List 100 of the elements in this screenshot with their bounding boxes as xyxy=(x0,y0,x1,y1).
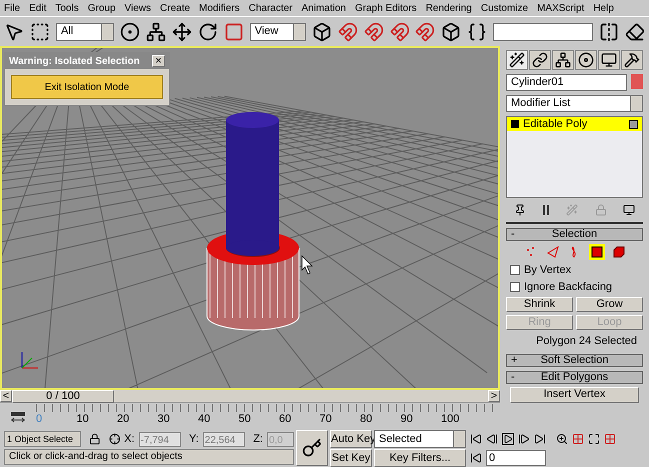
rollout-button[interactable]: Shrink xyxy=(506,297,573,312)
menu-item[interactable]: File xyxy=(4,0,20,16)
box-icon[interactable] xyxy=(441,22,462,42)
checkbox[interactable] xyxy=(510,265,520,275)
snap-icon[interactable] xyxy=(338,22,358,42)
go-to-start-icon[interactable] xyxy=(470,433,482,445)
frame-number: 90 xyxy=(400,414,413,425)
edge-icon xyxy=(546,246,558,258)
viewport[interactable]: Warning: Isolated Selection × Exit Isolation Mode xyxy=(0,46,500,390)
select-by-name-icon[interactable] xyxy=(120,22,140,42)
stack-item[interactable]: Editable Poly xyxy=(507,117,642,131)
x-label: X: xyxy=(124,432,135,447)
set-key-button[interactable]: Set Key xyxy=(330,449,372,467)
sub-object-level-button[interactable] xyxy=(610,244,626,260)
rollout-sign: + xyxy=(511,354,518,366)
menu-item[interactable]: Graph Editors xyxy=(354,0,417,16)
object-name-field[interactable]: Cylinder01 xyxy=(506,74,627,91)
menu-item[interactable]: Modifiers xyxy=(199,0,240,16)
rollout-header[interactable]: - Selection xyxy=(506,228,643,241)
rollout-header[interactable]: + Soft Selection xyxy=(506,354,643,366)
percent-snap-icon[interactable] xyxy=(390,22,410,42)
lock-icon[interactable] xyxy=(89,433,101,445)
checkbox-label: By Vertex xyxy=(524,262,572,278)
exit-isolation-button[interactable]: Exit Isolation Mode xyxy=(11,75,163,99)
mirror-icon[interactable] xyxy=(599,22,620,42)
modifier-list-dropdown[interactable]: Modifier List xyxy=(506,95,643,112)
polygon-icon xyxy=(590,246,602,258)
frame-number: 80 xyxy=(360,414,372,425)
key-mode-dropdown[interactable]: Selected xyxy=(374,430,466,448)
rollout-title: Soft Selection xyxy=(540,354,610,366)
monitor-icon[interactable] xyxy=(598,50,620,70)
frame-number: 60 xyxy=(279,414,292,425)
named-selection-dropdown[interactable] xyxy=(493,22,594,40)
frame-number: 70 xyxy=(320,414,332,425)
y-label: Y: xyxy=(188,432,199,447)
menu-item[interactable]: Rendering xyxy=(426,0,472,16)
scale-icon[interactable] xyxy=(224,22,244,42)
menu-item[interactable]: Character xyxy=(248,0,293,16)
checkbox[interactable] xyxy=(510,282,520,292)
object-color-swatch[interactable] xyxy=(631,74,643,89)
axis-tripod-icon xyxy=(22,352,38,368)
hierarchy-icon[interactable] xyxy=(552,50,574,70)
menu-item[interactable]: Tools xyxy=(55,0,79,16)
current-frame-field[interactable]: 0 xyxy=(486,450,546,466)
select-object-icon[interactable] xyxy=(4,22,24,42)
rotate-icon[interactable] xyxy=(198,22,218,42)
spinner-snap-icon[interactable] xyxy=(415,22,436,42)
frame-number: 50 xyxy=(238,414,251,425)
key-mode-button[interactable] xyxy=(296,430,328,466)
previous-frame-button[interactable]: < xyxy=(0,390,12,402)
rollout-sign: - xyxy=(511,372,516,382)
z-label: Z: xyxy=(253,432,263,447)
rollout-title: Edit Polygons xyxy=(540,372,610,382)
menu-item[interactable]: Group xyxy=(88,0,116,16)
move-icon[interactable] xyxy=(172,22,192,42)
time-slider-thumb[interactable]: 0 / 100 xyxy=(12,390,114,403)
reference-coordinate-dropdown[interactable]: View xyxy=(250,22,306,40)
menu-item[interactable]: Edit xyxy=(29,0,46,16)
vertex-icon xyxy=(524,246,536,258)
angle-snap-icon[interactable] xyxy=(364,22,384,42)
key-filters-button[interactable]: Key Filters... xyxy=(374,449,466,467)
frame-number: 40 xyxy=(198,414,210,425)
frame-number: 10 xyxy=(76,414,89,425)
rollout-header[interactable]: - Edit Polygons xyxy=(506,370,643,384)
zoom-extents-all-icon[interactable] xyxy=(604,433,616,445)
rollout-title: Selection xyxy=(550,229,598,240)
cursor-icon xyxy=(302,255,313,274)
frame-number: 30 xyxy=(158,414,170,425)
zoom-icon[interactable] xyxy=(556,433,568,445)
menu-item[interactable]: Customize xyxy=(480,0,528,16)
previous-key-icon[interactable] xyxy=(486,433,498,445)
next-key-icon[interactable] xyxy=(518,433,530,445)
close-button[interactable]: × xyxy=(152,55,165,67)
menu-item[interactable]: MAXScript xyxy=(537,0,584,16)
menu-item[interactable]: Help xyxy=(593,0,614,16)
frame-number: 20 xyxy=(117,414,130,425)
selection-region-icon[interactable] xyxy=(30,22,50,42)
hammer-icon[interactable] xyxy=(621,50,643,70)
frame-number: 0 xyxy=(36,414,42,425)
play-icon[interactable] xyxy=(502,433,514,445)
sub-object-level-button[interactable] xyxy=(588,244,604,260)
menu-item[interactable]: Views xyxy=(124,0,152,16)
menu-item[interactable]: Create xyxy=(160,0,190,16)
rollout-button[interactable]: Grow xyxy=(576,297,643,312)
selection-filter-dropdown[interactable]: All xyxy=(56,22,114,40)
next-frame-button[interactable]: > xyxy=(488,390,500,402)
key-icon xyxy=(302,438,322,458)
checkbox-label: Ignore Backfacing xyxy=(524,280,612,295)
menu-item[interactable]: Animation xyxy=(302,0,346,16)
go-to-end-icon[interactable] xyxy=(534,433,546,445)
rollout-sign: - xyxy=(511,229,516,240)
element-icon xyxy=(612,246,624,258)
wand-icon[interactable] xyxy=(506,50,528,70)
pin-icon[interactable] xyxy=(514,204,526,216)
dialog-title: Warning: Isolated Selection xyxy=(9,54,140,68)
braces-icon[interactable] xyxy=(467,22,488,42)
frame-number: 100 xyxy=(441,414,460,425)
rollout-button[interactable]: Insert Vertex xyxy=(510,386,639,402)
zoom-extents-icon[interactable] xyxy=(588,433,600,445)
zoom-all-icon[interactable] xyxy=(572,433,584,445)
